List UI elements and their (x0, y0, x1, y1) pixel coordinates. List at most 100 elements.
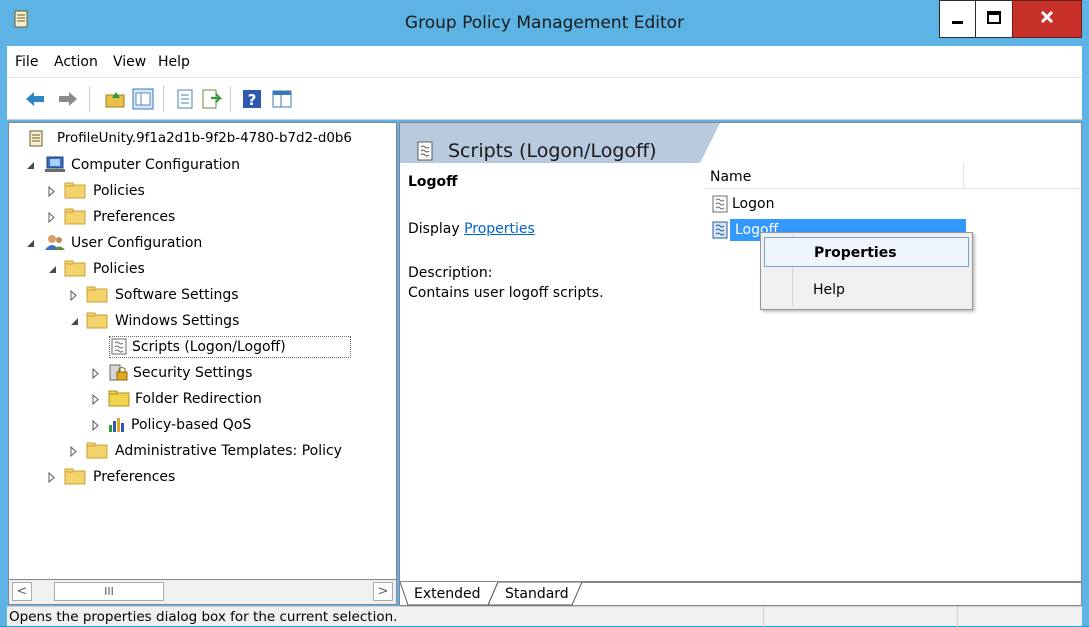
tree-pane[interactable]: ProfileUnity.9f1a2d1b-9f2b-4780-b7d2-d0b… (8, 122, 397, 580)
app-window: Group Policy Management Editor File Acti… (0, 0, 1089, 627)
title-bar[interactable]: Group Policy Management Editor (0, 0, 1089, 46)
tree-item-computer-configuration[interactable]: Computer Configuration (15, 153, 395, 177)
tree-item-label: Policies (93, 261, 145, 277)
users-icon (45, 235, 65, 250)
status-text: Opens the properties dialog box for the … (9, 609, 398, 625)
folder-icon (64, 208, 86, 225)
collapsed-arrow-icon[interactable] (48, 212, 55, 223)
show-hide-tree-icon[interactable] (132, 88, 154, 110)
tree-item-label: Software Settings (115, 287, 239, 303)
script-icon (111, 338, 127, 355)
expanded-arrow-icon[interactable] (48, 265, 57, 274)
description-text: Contains user logoff scripts. (408, 285, 604, 301)
tree-item-label: Windows Settings (115, 313, 240, 329)
collapsed-arrow-icon[interactable] (70, 290, 77, 301)
collapsed-arrow-icon[interactable] (92, 394, 99, 405)
context-menu-label: Help (813, 282, 845, 298)
security-icon (109, 364, 128, 381)
tree-item-label: Security Settings (133, 365, 253, 381)
toolbar-separator (230, 86, 231, 112)
menu-help[interactable]: Help (158, 54, 190, 70)
tree-item-policy-based-qos[interactable]: Policy-based QoS (15, 413, 395, 437)
properties-sheet-icon[interactable] (174, 88, 196, 110)
tree-item-label: Policies (93, 183, 145, 199)
column-header-label: Name (710, 169, 752, 185)
gpo-document-icon (29, 130, 43, 147)
tree-item-software-settings[interactable]: Software Settings (15, 283, 395, 307)
context-menu-properties[interactable]: Properties (764, 237, 969, 267)
tree-item-label: Folder Redirection (135, 391, 262, 407)
toolbar-separator (163, 86, 164, 112)
header-divider (704, 188, 1081, 189)
tree-item-uc-preferences[interactable]: Preferences (15, 465, 395, 489)
menu-view[interactable]: View (113, 54, 146, 70)
context-menu-help[interactable]: Help (764, 275, 969, 305)
expanded-arrow-icon[interactable] (26, 239, 35, 248)
details-header-title: Scripts (Logon/Logoff) (448, 140, 657, 162)
toolbar: ? (7, 78, 1082, 120)
tree-horizontal-scrollbar[interactable]: < III > (8, 580, 397, 605)
tree-item-folder-redirection[interactable]: Folder Redirection (15, 387, 395, 411)
computer-icon (45, 156, 65, 172)
minimize-button[interactable] (939, 0, 976, 38)
collapsed-arrow-icon[interactable] (48, 186, 55, 197)
tree-item-label: Administrative Templates: Policy (115, 443, 342, 459)
tree-item-label: Scripts (Logon/Logoff) (132, 339, 286, 355)
view-pane-icon[interactable] (271, 88, 293, 110)
scroll-right-button[interactable]: > (373, 582, 393, 601)
scroll-left-button[interactable]: < (12, 582, 32, 601)
folder-icon (86, 442, 108, 459)
folder-icon (64, 182, 86, 199)
scroll-thumb[interactable]: III (54, 582, 164, 601)
status-bar: Opens the properties dialog box for the … (7, 606, 1082, 627)
menu-file[interactable]: File (15, 54, 38, 70)
back-arrow-icon[interactable] (24, 88, 46, 110)
collapsed-arrow-icon[interactable] (48, 472, 55, 483)
script-icon (712, 221, 728, 239)
tree-item-label: Preferences (93, 209, 176, 225)
collapsed-arrow-icon[interactable] (70, 446, 77, 457)
display-properties-line: Display Properties (408, 221, 535, 237)
tree-item-label: User Configuration (71, 235, 203, 251)
details-pane: Scripts (Logon/Logoff) Logoff Display Pr… (399, 122, 1082, 582)
tree-item-scripts[interactable]: Scripts (Logon/Logoff) (15, 335, 395, 359)
tree-item-user-configuration[interactable]: User Configuration (15, 231, 395, 255)
tree-item-cc-policies[interactable]: Policies (15, 179, 395, 203)
forward-arrow-icon[interactable] (57, 88, 79, 110)
folder-icon (64, 468, 86, 485)
menu-action[interactable]: Action (54, 54, 98, 70)
list-item[interactable]: Logon (710, 193, 910, 215)
tree-item-cc-preferences[interactable]: Preferences (15, 205, 395, 229)
help-icon[interactable]: ? (241, 88, 263, 110)
script-icon (712, 195, 728, 213)
svg-text:?: ? (248, 91, 257, 109)
up-folder-icon[interactable] (104, 88, 126, 110)
column-header-name[interactable]: Name (704, 163, 964, 189)
toolbar-separator (89, 86, 90, 112)
properties-link[interactable]: Properties (464, 221, 535, 237)
expanded-arrow-icon[interactable] (26, 161, 35, 170)
tree-item-windows-settings[interactable]: Windows Settings (15, 309, 395, 333)
tab-extended[interactable]: Extended (414, 586, 481, 602)
collapsed-arrow-icon[interactable] (92, 420, 99, 431)
tree-item-label: Computer Configuration (71, 157, 240, 173)
tree-item-root[interactable]: ProfileUnity.9f1a2d1b-9f2b-4780-b7d2-d0b… (15, 127, 396, 151)
bar-chart-icon (109, 418, 124, 432)
status-divider (957, 607, 959, 627)
menu-bar: File Action View Help (7, 46, 1082, 78)
list-item-label: Logon (732, 196, 775, 212)
tab-standard[interactable]: Standard (505, 586, 569, 602)
close-button[interactable] (1012, 0, 1082, 38)
view-tabs: Extended Standard (399, 582, 1082, 606)
status-divider (763, 607, 765, 627)
details-item-title: Logoff (408, 174, 458, 190)
tree-item-security-settings[interactable]: Security Settings (15, 361, 395, 385)
folder-icon (108, 390, 130, 407)
tree-item-uc-policies[interactable]: Policies (15, 257, 395, 281)
expanded-arrow-icon[interactable] (70, 317, 79, 326)
collapsed-arrow-icon[interactable] (92, 368, 99, 379)
tree-item-administrative-templates[interactable]: Administrative Templates: Policy (15, 439, 396, 463)
maximize-button[interactable] (975, 0, 1013, 38)
folder-icon (86, 312, 108, 329)
export-list-icon[interactable] (200, 88, 222, 110)
